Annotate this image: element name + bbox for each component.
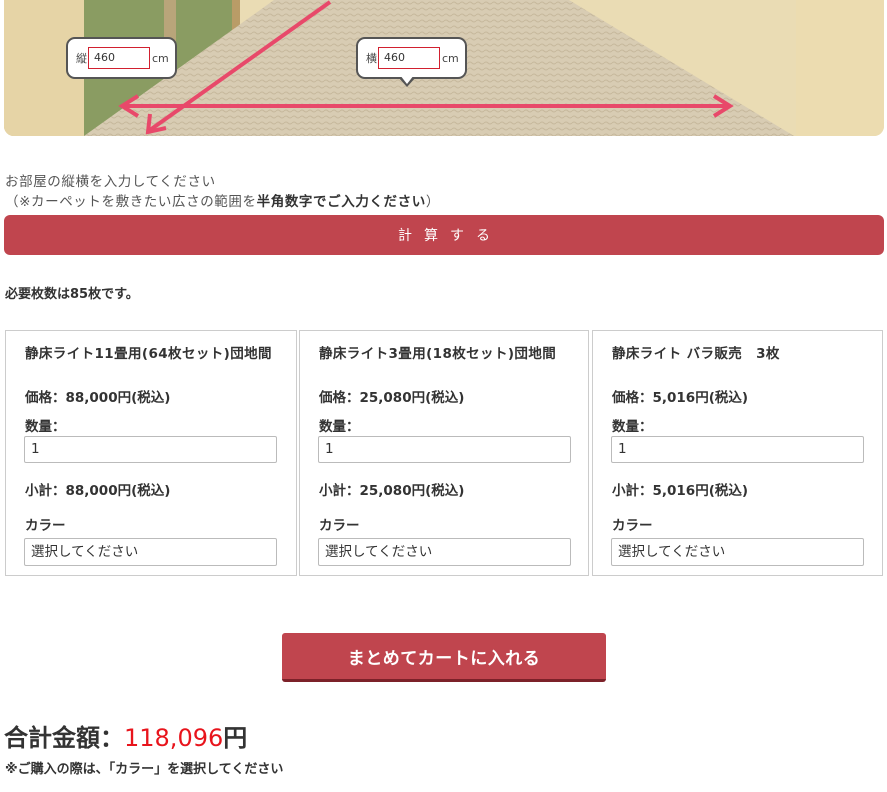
quantity-label: 数量： — [612, 419, 653, 435]
length-unit: cm — [152, 51, 169, 65]
quantity-input[interactable]: 1 — [24, 436, 277, 463]
result-text: 必要枚数は85枚です。 — [5, 287, 139, 302]
total-label: 合計金額： — [4, 724, 124, 752]
color-label: カラー — [319, 518, 360, 534]
room-size-instruction: お部屋の縦横を入力してください （※カーペットを敷きたい広さの範囲を半角数字でご… — [5, 172, 440, 212]
product-price: 価格：25,080円(税込) — [319, 390, 465, 406]
product-card: 静床ライト バラ販売 3枚 価格：5,016円(税込) 数量： 1 小計：5,0… — [592, 330, 883, 576]
quantity-input[interactable]: 1 — [318, 436, 571, 463]
color-select[interactable]: 選択してください — [318, 538, 571, 566]
quantity-label: 数量： — [319, 419, 360, 435]
product-card: 静床ライト3畳用(18枚セット)団地間 価格：25,080円(税込) 数量： 1… — [299, 330, 589, 576]
product-name: 静床ライト バラ販売 3枚 — [612, 346, 780, 362]
color-select[interactable]: 選択してください — [611, 538, 864, 566]
calculate-button[interactable]: 計算する — [4, 215, 884, 255]
instruction-line1: お部屋の縦横を入力してください — [5, 174, 216, 190]
product-subtotal: 小計：88,000円(税込) — [25, 483, 171, 499]
room-illustration: 縦 460 cm 横 460 cm — [4, 0, 884, 136]
product-name: 静床ライト11畳用(64枚セット)団地間 — [25, 346, 272, 362]
width-prefix: 横 — [366, 52, 377, 65]
color-select[interactable]: 選択してください — [24, 538, 277, 566]
total-amount: 合計金額：118,096円 — [4, 718, 247, 753]
width-unit: cm — [442, 51, 459, 65]
product-subtotal: 小計：25,080円(税込) — [319, 483, 465, 499]
quantity-input[interactable]: 1 — [611, 436, 864, 463]
width-input[interactable]: 460 — [378, 47, 440, 69]
width-bubble: 横 460 cm — [356, 37, 467, 87]
length-prefix: 縦 — [76, 52, 87, 65]
length-input[interactable]: 460 — [88, 47, 150, 69]
total-value: 118,096 — [124, 724, 224, 752]
purchase-note: ※ご購入の際は、「カラー」を選択してください — [5, 762, 284, 777]
product-subtotal: 小計：5,016円(税込) — [612, 483, 749, 499]
total-unit: 円 — [223, 724, 248, 752]
length-bubble: 縦 460 cm — [66, 37, 177, 79]
bubble-tail — [398, 75, 416, 87]
quantity-label: 数量： — [25, 419, 66, 435]
product-price: 価格：5,016円(税込) — [612, 390, 749, 406]
product-price: 価格：88,000円(税込) — [25, 390, 171, 406]
color-label: カラー — [25, 518, 66, 534]
color-label: カラー — [612, 518, 653, 534]
instruction-line2: （※カーペットを敷きたい広さの範囲を半角数字でご入力ください） — [5, 194, 440, 210]
add-all-to-cart-button[interactable]: まとめてカートに入れる — [282, 633, 606, 682]
product-card: 静床ライト11畳用(64枚セット)団地間 価格：88,000円(税込) 数量： … — [5, 330, 297, 576]
product-name: 静床ライト3畳用(18枚セット)団地間 — [319, 346, 557, 362]
